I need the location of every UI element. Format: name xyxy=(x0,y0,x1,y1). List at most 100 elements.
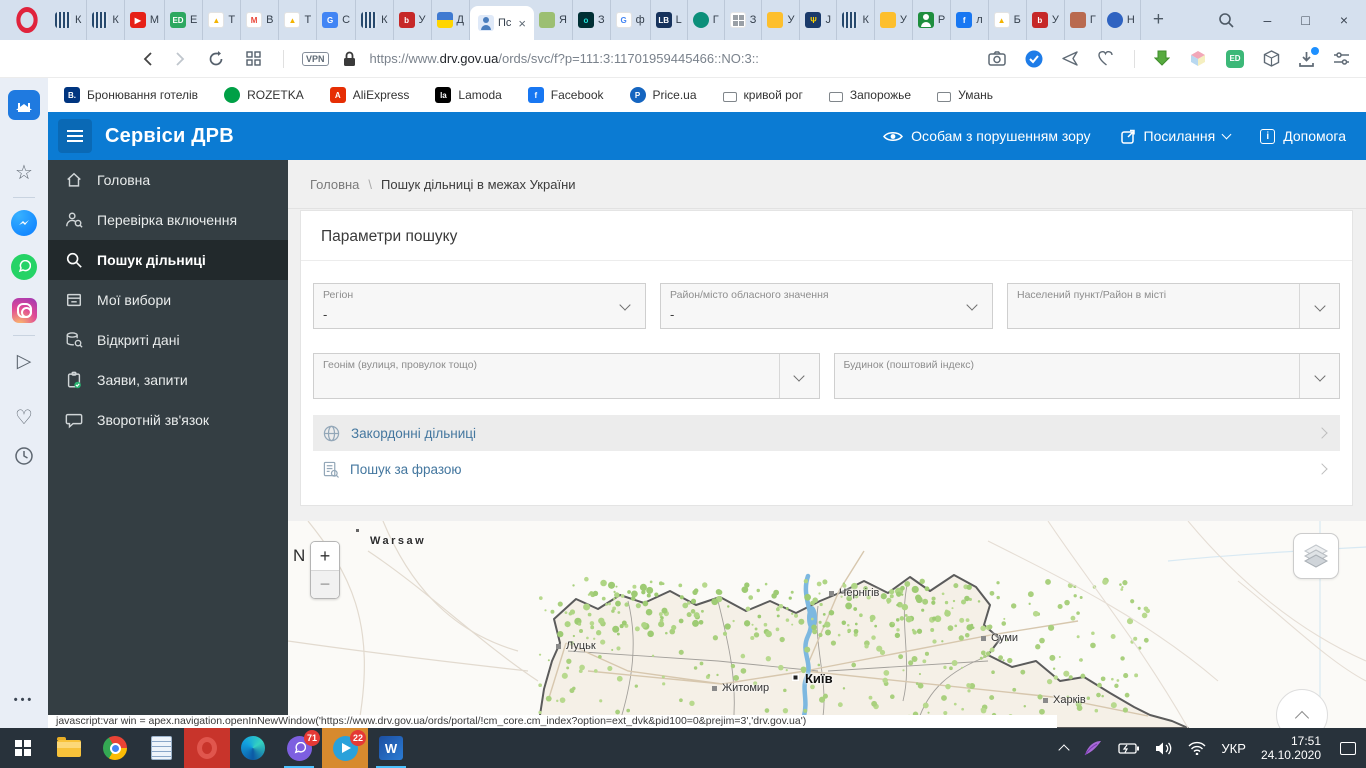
snapshot-camera-icon[interactable] xyxy=(988,51,1006,66)
bookmark-heart-icon[interactable] xyxy=(1098,51,1115,66)
links-menu[interactable]: Посилання xyxy=(1120,128,1232,144)
forward-icon[interactable] xyxy=(175,51,186,67)
combobox-button[interactable] xyxy=(1299,354,1339,398)
language-indicator[interactable]: УКР xyxy=(1221,741,1246,756)
extension-cube-icon[interactable] xyxy=(1189,50,1207,67)
send-to-icon[interactable] xyxy=(1062,51,1079,66)
map-layers-button[interactable] xyxy=(1293,533,1339,579)
district-select[interactable]: Район/місто обласного значення - xyxy=(660,283,993,329)
zoom-out-button[interactable]: − xyxy=(311,570,339,598)
sidebar-item-open-data[interactable]: Відкриті дані xyxy=(48,320,288,360)
browser-tab[interactable]: ED Е xyxy=(165,0,204,40)
region-select[interactable]: Регіон - xyxy=(313,283,646,329)
extension-ed-icon[interactable]: ED xyxy=(1226,49,1244,68)
foreign-stations-link[interactable]: Закордонні дільниці xyxy=(313,415,1340,451)
browser-tab[interactable]: LB L xyxy=(651,0,688,40)
browser-tab[interactable]: G С xyxy=(317,0,357,40)
browser-tab[interactable]: ▲ Т xyxy=(279,0,318,40)
start-button[interactable] xyxy=(0,728,46,768)
bookmark-item[interactable]: ROZETKA xyxy=(224,87,304,103)
bookmark-item[interactable]: A AliExpress xyxy=(329,87,409,103)
word-button[interactable] xyxy=(368,728,414,768)
browser-tab[interactable]: b У xyxy=(394,0,432,40)
new-tab-button[interactable]: + xyxy=(1141,9,1176,31)
speed-dial-icon[interactable] xyxy=(8,90,40,120)
browser-tab[interactable]: К xyxy=(87,0,125,40)
bookmark-item[interactable]: Запорожье xyxy=(828,88,911,102)
browser-tab[interactable]: У xyxy=(762,0,801,40)
map-region[interactable]: Warsaw Луцьк Житомир Київ Чернігів Суми … xyxy=(288,521,1366,728)
combobox-button[interactable] xyxy=(1299,284,1339,328)
vpn-badge[interactable]: VPN xyxy=(302,51,329,66)
browser-tab[interactable]: f л xyxy=(951,0,989,40)
browser-tab[interactable]: З xyxy=(725,0,763,40)
opera-button-active[interactable] xyxy=(184,728,230,768)
sidebar-item-applications[interactable]: Заяви, запити xyxy=(48,360,288,400)
file-explorer-button[interactable] xyxy=(46,728,92,768)
speeddial-grid-icon[interactable] xyxy=(246,51,261,66)
browser-tab[interactable]: Н xyxy=(1102,0,1141,40)
bookmark-item[interactable]: f Facebook xyxy=(527,87,604,103)
browser-tab[interactable]: К xyxy=(50,0,88,40)
sidebar-item-my-elections[interactable]: Мої вибори xyxy=(48,280,288,320)
bookmark-item[interactable]: la Lamoda xyxy=(435,87,502,103)
whatsapp-icon[interactable] xyxy=(11,254,37,280)
browser-tab[interactable]: Ψ J xyxy=(800,0,838,40)
browser-tab[interactable]: Г xyxy=(688,0,725,40)
maximize-button[interactable]: □ xyxy=(1301,12,1309,28)
extension-green-arrow-icon[interactable] xyxy=(1154,50,1170,67)
bookmark-item[interactable]: кривой рог xyxy=(722,88,803,102)
browser-tab[interactable]: ▲ Б xyxy=(989,0,1027,40)
reload-icon[interactable] xyxy=(208,50,224,67)
browser-tab[interactable]: К xyxy=(356,0,394,40)
speaker-icon[interactable] xyxy=(1155,741,1173,756)
feather-app-icon[interactable] xyxy=(1083,739,1103,757)
telegram-button[interactable]: 22 xyxy=(322,728,368,768)
accessibility-link[interactable]: Особам з порушенням зору xyxy=(883,128,1091,144)
sidebar-item-feedback[interactable]: Зворотній зв'язок xyxy=(48,400,288,440)
back-icon[interactable] xyxy=(142,51,153,67)
extension-box-icon[interactable] xyxy=(1263,50,1280,67)
history-clock-icon[interactable] xyxy=(14,446,34,471)
help-link[interactable]: Допомога xyxy=(1260,128,1346,144)
url-text[interactable]: https://www.drv.gov.ua/ords/svc/f?p=111:… xyxy=(370,51,759,66)
tab-close-icon[interactable]: × xyxy=(518,16,526,31)
viber-button[interactable]: 71 xyxy=(276,728,322,768)
browser-tab[interactable]: G ф xyxy=(611,0,651,40)
sidebar-item-home[interactable]: Головна xyxy=(48,160,288,200)
browser-tab[interactable]: Д xyxy=(432,0,470,40)
zoom-in-button[interactable]: + xyxy=(311,542,339,570)
geonym-combobox[interactable]: Геонім (вулиця, провулок тощо) xyxy=(313,353,820,399)
browser-tab[interactable]: Я xyxy=(534,0,573,40)
tray-expand-icon[interactable] xyxy=(1058,743,1071,756)
sidebar-more-icon[interactable]: ••• xyxy=(14,694,35,706)
edge-button[interactable] xyxy=(230,728,276,768)
notification-center-icon[interactable] xyxy=(1340,741,1356,755)
building-combobox[interactable]: Будинок (поштовий індекс) xyxy=(833,353,1340,399)
favorites-heart-icon[interactable]: ♡ xyxy=(15,405,33,430)
clock[interactable]: 17:51 24.10.2020 xyxy=(1261,734,1321,762)
browser-tab[interactable]: Пс × xyxy=(470,6,534,40)
sidebar-item-search-station[interactable]: Пошук дільниці xyxy=(48,240,288,280)
breadcrumb-home-link[interactable]: Головна xyxy=(310,177,359,192)
bookmark-item[interactable]: B. Бронювання готелів xyxy=(64,87,198,103)
bookmark-item[interactable]: Умань xyxy=(937,88,993,102)
browser-tab[interactable]: У xyxy=(875,0,913,40)
browser-tab[interactable]: ▶ М xyxy=(125,0,166,40)
opera-logo-icon[interactable] xyxy=(16,7,38,33)
browser-tab[interactable]: Г xyxy=(1065,0,1102,40)
combobox-button[interactable] xyxy=(778,354,819,398)
downloads-icon[interactable] xyxy=(1299,46,1319,67)
browser-tab[interactable]: M В xyxy=(241,0,280,40)
browser-tab[interactable]: b У xyxy=(1027,0,1065,40)
search-icon[interactable] xyxy=(1218,12,1234,28)
instagram-icon[interactable] xyxy=(11,298,37,323)
bookmark-item[interactable]: P Price.ua xyxy=(629,87,697,103)
notepad-button[interactable] xyxy=(138,728,184,768)
wifi-icon[interactable] xyxy=(1188,741,1206,755)
minimize-button[interactable]: – xyxy=(1264,12,1272,28)
browser-tab[interactable]: Р xyxy=(913,0,952,40)
tune-sliders-icon[interactable] xyxy=(1333,51,1350,66)
browser-tab[interactable]: К xyxy=(837,0,875,40)
settlement-combobox[interactable]: Населений пункт/Район в місті xyxy=(1007,283,1340,329)
